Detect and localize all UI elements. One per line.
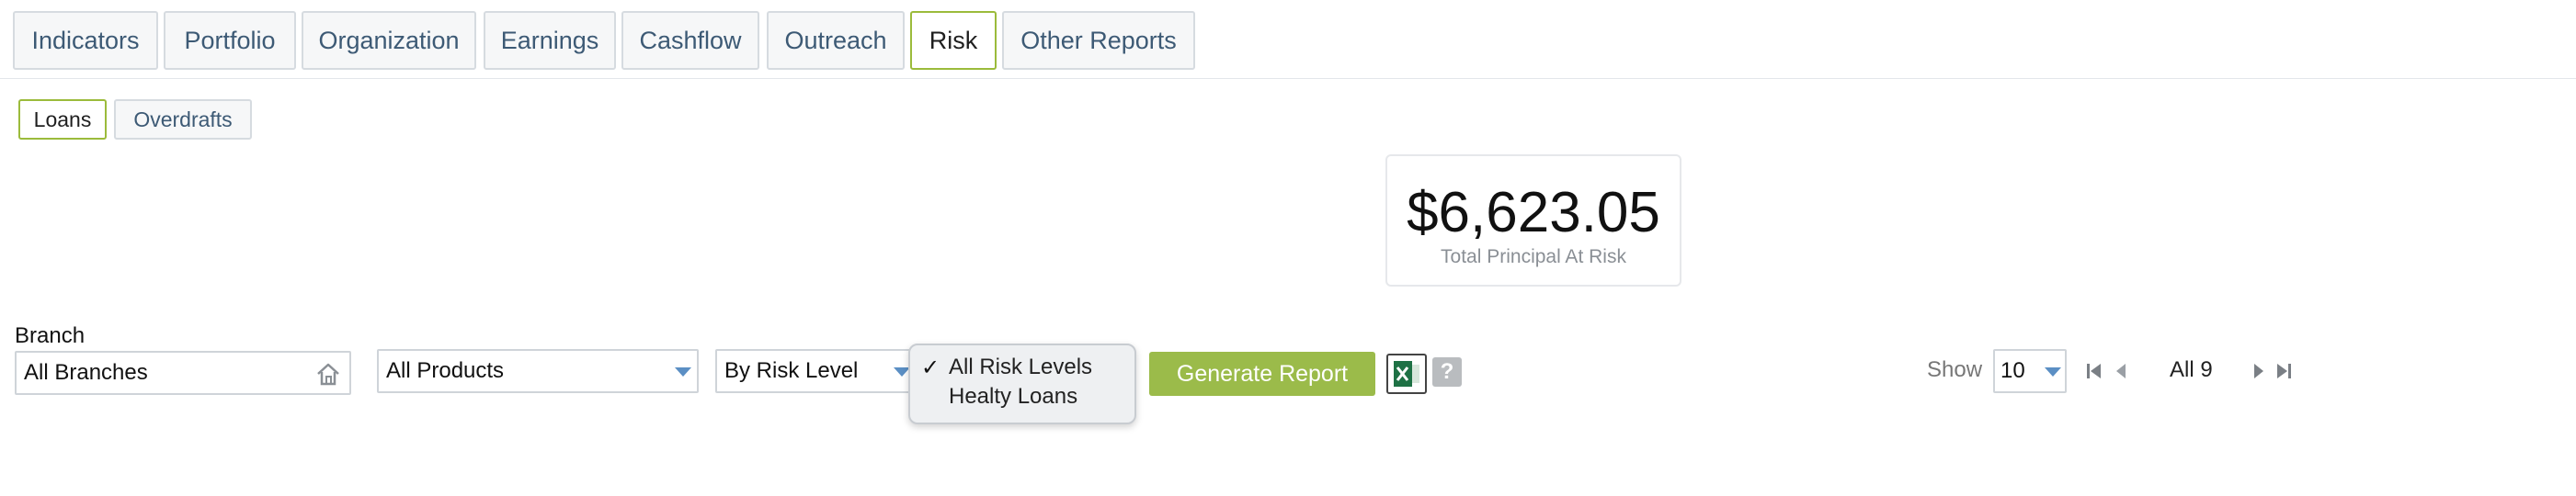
pager-summary: All 9	[2170, 357, 2213, 382]
kpi-label: Total Principal At Risk	[1441, 246, 1626, 267]
subtab-loans[interactable]: Loans	[18, 99, 107, 140]
prev-page-icon[interactable]	[2111, 360, 2133, 382]
product-select[interactable]: All Products	[377, 349, 699, 393]
page-size-select[interactable]: 10	[1993, 349, 2067, 393]
option-all-risk-levels[interactable]: All Risk Levels	[949, 355, 1092, 380]
next-page-icon[interactable]	[2247, 360, 2269, 382]
grouping-select[interactable]: By Risk Level	[715, 349, 918, 393]
first-page-icon[interactable]	[2083, 360, 2105, 382]
home-icon[interactable]	[314, 360, 342, 388]
kpi-value: $6,623.05	[1407, 181, 1660, 244]
tab-portfolio[interactable]: Portfolio	[164, 11, 296, 70]
option-healty-loans[interactable]: Healty Loans	[949, 384, 1077, 410]
branch-label: Branch	[15, 323, 85, 348]
product-value: All Products	[386, 358, 505, 383]
chevron-down-icon	[2045, 367, 2061, 377]
tab-indicators[interactable]: Indicators	[13, 11, 158, 70]
chevron-down-icon	[675, 367, 691, 377]
tab-organization[interactable]: Organization	[302, 11, 476, 70]
branch-value: All Branches	[24, 360, 148, 385]
subtab-overdrafts[interactable]: Overdrafts	[114, 99, 252, 140]
export-excel-button[interactable]	[1386, 354, 1427, 394]
report-tab-bar: Indicators Portfolio Organization Earnin…	[0, 0, 2576, 79]
excel-icon	[1394, 361, 1419, 387]
help-button[interactable]: ?	[1432, 357, 1462, 387]
generate-report-button[interactable]: Generate Report	[1149, 352, 1375, 396]
page-size-value: 10	[2000, 358, 2025, 383]
last-page-icon[interactable]	[2273, 360, 2295, 382]
check-icon: ✓	[921, 355, 940, 380]
principal-at-risk-card: $6,623.05 Total Principal At Risk	[1385, 154, 1681, 287]
branch-select[interactable]: All Branches	[15, 351, 351, 395]
tab-cashflow[interactable]: Cashflow	[621, 11, 759, 70]
risk-level-dropdown: ✓ All Risk Levels Healty Loans	[908, 344, 1136, 424]
show-label: Show	[1927, 357, 1983, 382]
tab-earnings[interactable]: Earnings	[484, 11, 616, 70]
grouping-value: By Risk Level	[724, 358, 859, 383]
tab-other-reports[interactable]: Other Reports	[1002, 11, 1195, 70]
tab-risk[interactable]: Risk	[910, 11, 997, 70]
tab-outreach[interactable]: Outreach	[767, 11, 905, 70]
